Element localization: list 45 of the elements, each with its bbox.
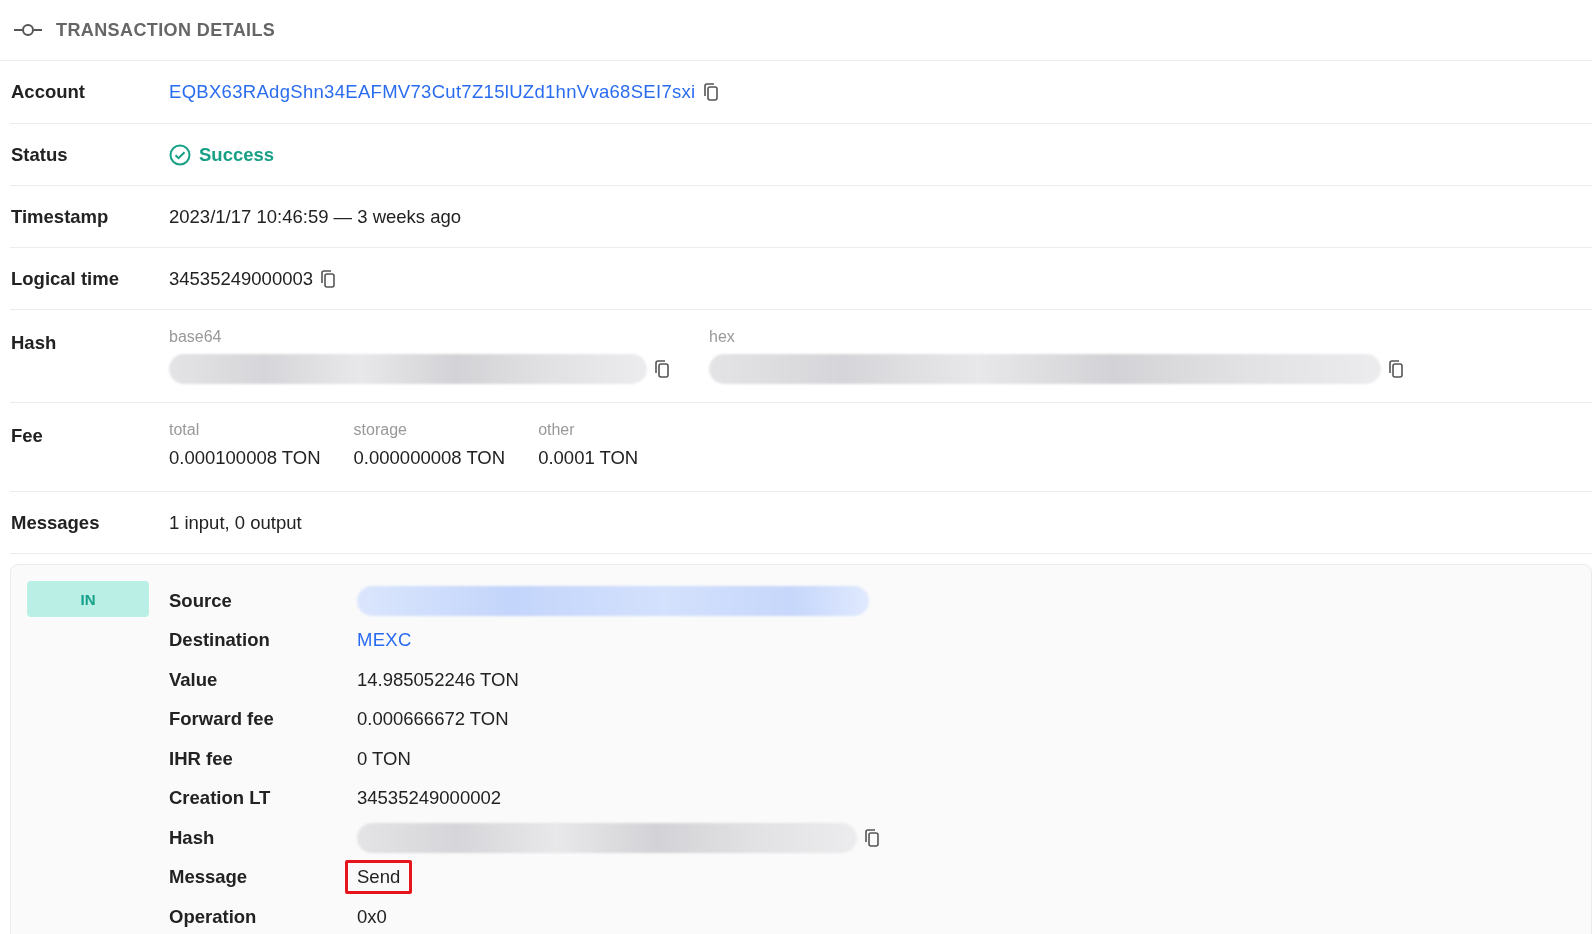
field-label: Messages	[10, 511, 101, 534]
copy-icon[interactable]	[703, 83, 718, 101]
fee-value: 0.0001 TON	[538, 447, 639, 469]
field-label: Hash	[169, 826, 216, 849]
fee-caption: other	[538, 421, 576, 439]
copy-icon[interactable]	[865, 828, 879, 847]
field-label: Hash	[10, 332, 58, 354]
highlighted-value: Send	[345, 860, 413, 895]
status-text: Success	[199, 143, 275, 166]
field-label: Operation	[169, 905, 258, 928]
hash-caption: base64	[169, 328, 223, 346]
fee-caption: total	[169, 421, 201, 439]
fee-value: 0.000100008 TON	[169, 447, 321, 469]
account-link[interactable]: EQBX63RAdgShn34EAFMV73Cut7Z15lUZd1hnVva68SEI7sxi	[169, 81, 696, 103]
field-value: 14.985052246 TON	[357, 668, 519, 691]
fee-caption: storage	[353, 421, 408, 439]
field-value: 34535249000002	[357, 787, 502, 810]
direction-badge: IN	[27, 581, 149, 617]
field-value: 1 input, 0 output	[169, 511, 302, 534]
field-label: Timestamp	[10, 205, 110, 228]
field-value: 0 TON	[357, 747, 411, 770]
field-value: 2023/1/17 10:46:59 — 3 weeks ago	[169, 205, 462, 228]
field-label: Creation LT	[169, 787, 272, 810]
copy-icon[interactable]	[321, 269, 336, 288]
field-label: Account	[10, 81, 86, 103]
field-label: Logical time	[10, 267, 120, 290]
field-label: Fee	[10, 425, 44, 447]
field-label: Message	[169, 866, 249, 889]
field-value: 0x0	[357, 905, 387, 928]
field-label: Status	[10, 143, 69, 166]
field-label: Source	[169, 589, 233, 612]
address-link[interactable]: MEXC	[357, 629, 412, 652]
hash-caption: hex	[709, 328, 736, 346]
fee-value: 0.000000008 TON	[353, 447, 506, 469]
check-circle-icon	[169, 143, 191, 166]
field-value: 34535249000003	[169, 267, 314, 290]
copy-icon[interactable]	[655, 360, 669, 378]
field-label: Forward fee	[169, 708, 275, 731]
section-title: TRANSACTION DETAILS	[56, 19, 276, 41]
copy-icon[interactable]	[1389, 360, 1403, 378]
field-value: 0.000666672 TON	[357, 708, 509, 731]
field-label: Destination	[169, 629, 271, 652]
field-label: IHR fee	[169, 747, 234, 770]
commit-icon	[14, 23, 42, 37]
field-label: Value	[169, 668, 219, 691]
